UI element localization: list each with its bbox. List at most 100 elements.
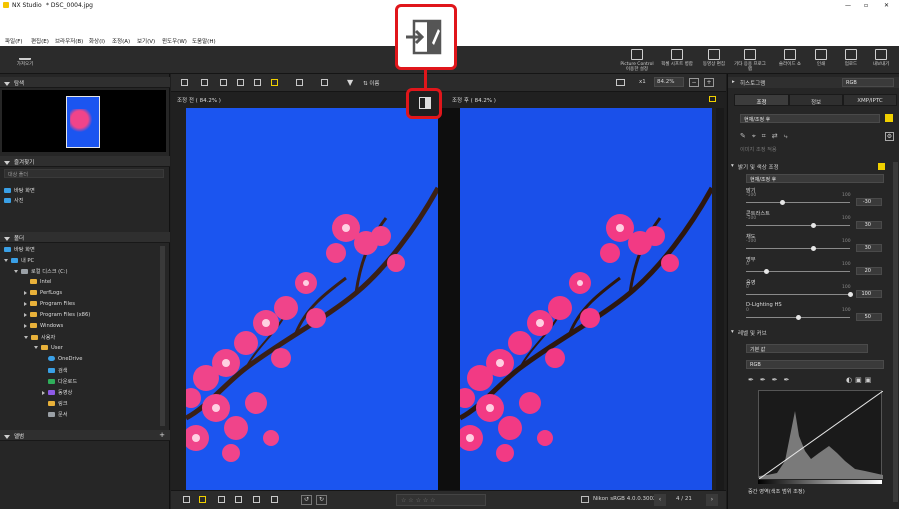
expand-icon[interactable] [4, 259, 8, 262]
label-icon[interactable] [183, 496, 190, 503]
export-button[interactable]: 내보내기 [864, 49, 898, 67]
preset-select[interactable]: 현재/조정 후 [740, 114, 880, 123]
levels-channel-select[interactable]: RGB [746, 360, 884, 369]
slider-knob[interactable] [847, 292, 853, 297]
sync-icon[interactable] [709, 96, 716, 102]
histogram-mode-select[interactable]: RGB [842, 78, 894, 87]
slider-track[interactable] [746, 248, 850, 249]
print-button[interactable]: 인쇄 [804, 49, 838, 67]
slider-value-input[interactable]: 50 [856, 313, 882, 321]
tree-item-program-files-x86[interactable]: Program Files (x86) [24, 312, 90, 322]
curve-mode-icons[interactable]: ◐▣▣ [846, 376, 874, 384]
menu-image[interactable]: 화상(I) [89, 37, 105, 45]
color-label-icon[interactable] [199, 496, 206, 503]
zoom-ratio-button[interactable]: x1 [639, 79, 646, 85]
expand-icon[interactable] [24, 323, 27, 328]
tree-item-onedrive[interactable]: OneDrive [48, 356, 82, 366]
slider-knob[interactable] [795, 315, 801, 320]
tree-item-desktop[interactable]: 바탕 화면 [4, 246, 35, 256]
rating-stars[interactable]: ☆ ☆ ☆ ☆ ☆ [396, 494, 486, 506]
single-view-icon[interactable] [220, 79, 227, 86]
before-after-compare-button[interactable] [419, 97, 431, 109]
tree-item-links[interactable]: 링크 [48, 400, 68, 410]
add-album-icon[interactable]: + [159, 431, 165, 439]
slider-knob[interactable] [811, 246, 817, 251]
settings-icon[interactable]: ⚙ [885, 132, 894, 141]
zoom-out-icon[interactable]: − [689, 78, 699, 87]
info-display-icon[interactable] [218, 496, 225, 503]
favorite-desktop[interactable]: 바탕 화면 [4, 187, 35, 197]
favorite-photos[interactable]: 사진 [4, 197, 24, 207]
levels-curve-graph[interactable] [758, 390, 884, 480]
viewer-scrollbar[interactable] [716, 108, 724, 490]
tree-item-documents[interactable]: 문서 [48, 411, 68, 421]
tree-item-users[interactable]: 사용자 [24, 334, 55, 344]
albums-header[interactable]: 앨범 + [0, 430, 170, 441]
expand-icon[interactable] [24, 301, 27, 306]
right-panel-scrollbar[interactable] [893, 162, 898, 502]
expand-icon[interactable] [34, 346, 38, 349]
slider-knob[interactable] [811, 223, 817, 228]
slider-value-input[interactable]: 30 [856, 221, 882, 229]
previous-image-button[interactable]: ‹ [654, 494, 666, 506]
navigator-header[interactable]: 탐색 [0, 77, 170, 88]
tree-item-local-disk[interactable]: 로컬 디스크 (C:) [14, 268, 68, 278]
tab-xmp-iptc[interactable]: XMP/IPTC [843, 94, 897, 106]
zoom-in-icon[interactable]: + [704, 78, 714, 87]
expand-icon[interactable] [42, 390, 45, 395]
menu-window[interactable]: 윈도우(W) [162, 37, 187, 45]
slider-knob[interactable] [764, 269, 770, 274]
import-button[interactable]: 가져오기 [8, 49, 42, 67]
slideshow-button[interactable]: 슬라이드 쇼 [773, 49, 807, 67]
slider-track[interactable] [746, 271, 850, 272]
menu-file[interactable]: 파일(F) [5, 37, 23, 45]
tree-item-videos[interactable]: 동영상 [42, 389, 72, 399]
slider-track[interactable] [746, 225, 850, 226]
after-photo[interactable] [460, 108, 712, 490]
next-image-button[interactable]: › [706, 494, 718, 506]
slider-value-input[interactable]: -30 [856, 198, 882, 206]
tree-item-downloads[interactable]: 다운로드 [48, 378, 77, 388]
section-enabled-checkbox[interactable] [878, 163, 885, 170]
apply-preset-button[interactable]: 이미지 조정 적용 [740, 146, 777, 153]
tree-item-program-files[interactable]: Program Files [24, 301, 75, 311]
slider-value-input[interactable]: 100 [856, 290, 882, 298]
pixel-shift-button[interactable]: 픽셀 시프트 병합 [660, 49, 694, 67]
expand-icon[interactable] [14, 270, 18, 273]
slider-track[interactable] [746, 202, 850, 203]
tab-adjust[interactable]: 조정 [734, 94, 789, 106]
fullscreen-icon[interactable] [321, 79, 328, 86]
slider-value-input[interactable]: 20 [856, 267, 882, 275]
tree-item-intel[interactable]: Intel [30, 279, 52, 289]
menu-help[interactable]: 도움말(H) [192, 37, 216, 45]
tree-item-this-pc[interactable]: 내 PC [4, 257, 34, 267]
slider-knob[interactable] [779, 200, 785, 205]
before-after-view-icon[interactable] [271, 79, 278, 86]
tree-item-windows[interactable]: Windows [24, 323, 63, 333]
slider-track[interactable] [746, 294, 850, 295]
favorites-target-field[interactable]: 대상 폴더 [4, 169, 164, 178]
menu-adjust[interactable]: 조정(A) [112, 37, 130, 45]
brightness-section-header[interactable]: ▾ 밝기 및 색상 조정 [728, 162, 894, 172]
eyedropper-icons[interactable]: ✒✒✒✒ [748, 376, 795, 384]
movie-edit-button[interactable]: 동영상 편집 [697, 49, 731, 67]
folder-tree-scrollbar[interactable] [160, 246, 165, 426]
list-view-icon[interactable] [201, 79, 208, 86]
filter-icon[interactable]: ▼ [347, 78, 353, 87]
folders-header[interactable]: 폴더 [0, 232, 170, 243]
histogram-header[interactable]: ▸ 히스토그램 RGB [728, 77, 899, 88]
upload-button[interactable]: 업로드 [834, 49, 868, 67]
tree-item-user[interactable]: User [34, 345, 63, 355]
close-button[interactable]: ✕ [884, 2, 889, 9]
tree-item-search[interactable]: 검색 [48, 367, 68, 377]
brightness-preset-select[interactable]: 현재/조정 후 [746, 174, 884, 183]
histogram-overlay-icon[interactable] [271, 496, 278, 503]
compare-view-icon[interactable] [254, 79, 261, 86]
menu-browser[interactable]: 브라우저(B) [55, 37, 83, 45]
minimize-button[interactable]: — [845, 2, 851, 9]
rotate-left-icon[interactable]: ↺ [301, 495, 312, 505]
filmstrip-view-icon[interactable] [237, 79, 244, 86]
slider-value-input[interactable]: 30 [856, 244, 882, 252]
navigator-preview[interactable] [2, 90, 166, 152]
favorites-header[interactable]: 즐겨찾기 [0, 156, 170, 167]
